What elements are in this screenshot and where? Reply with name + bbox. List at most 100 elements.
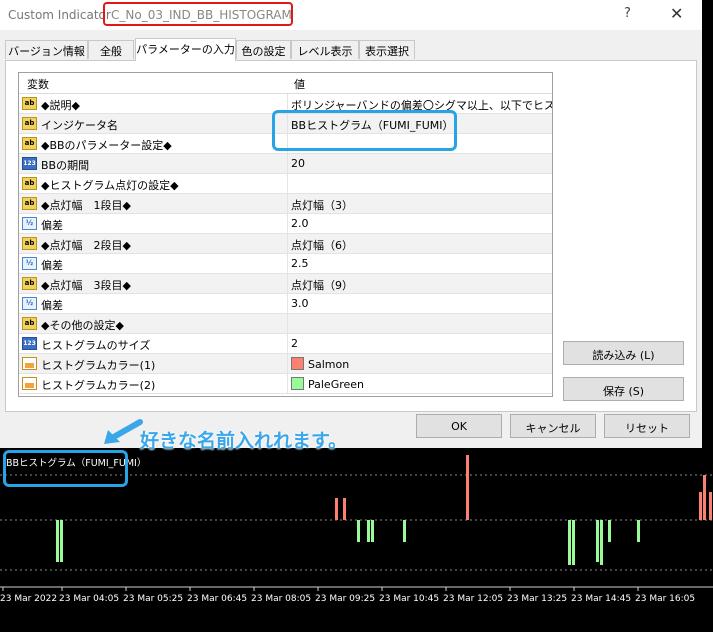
title-bar: Custom Indicator C_No_03_IND_BB_HISTOGRA… <box>0 0 702 30</box>
parameter-row[interactable]: ヒストグラムカラー(2) PaleGreen <box>19 374 552 394</box>
histogram-bar-up <box>335 498 338 520</box>
custom-indicator-dialog: Custom Indicator C_No_03_IND_BB_HISTOGRA… <box>0 0 702 448</box>
parameter-value[interactable]: 点灯幅（3） <box>287 194 552 213</box>
parameter-name: ◆その他の設定◆ <box>41 319 124 332</box>
time-label: 23 Mar 14:45 <box>571 594 631 604</box>
grid-header: 変数 値 <box>19 73 552 94</box>
parameter-value-text: 2 <box>291 337 298 350</box>
parameter-value[interactable]: Salmon <box>287 354 552 373</box>
string-type-icon: ab <box>22 237 37 250</box>
double-type-icon: ½ <box>22 297 37 310</box>
time-label: 23 Mar 09:25 <box>315 594 375 604</box>
column-value: 値 <box>294 78 305 91</box>
parameter-row[interactable]: ½ 偏差 2.5 <box>19 254 552 274</box>
parameter-row[interactable]: ヒストグラムカラー(1) Salmon <box>19 354 552 374</box>
save-button[interactable]: 保存 (S) <box>563 377 684 401</box>
parameter-row[interactable]: ab ◆点灯幅 2段目◆ 点灯幅（6） <box>19 234 552 254</box>
parameter-name: 偏差 <box>41 219 63 232</box>
reset-button[interactable]: リセット <box>604 414 690 438</box>
parameter-value[interactable] <box>287 314 552 333</box>
tab-levels[interactable]: レベル表示 <box>291 40 359 59</box>
indicator-file-name: C_No_03_IND_BB_HISTOGRAM <box>103 2 293 26</box>
window-title: Custom Indicator <box>8 8 111 22</box>
histogram-bar-up <box>709 492 712 520</box>
parameter-value[interactable] <box>287 174 552 193</box>
parameter-value-text: 点灯幅（9） <box>291 279 353 292</box>
string-type-icon: ab <box>22 117 37 130</box>
parameter-value[interactable]: PaleGreen <box>287 374 552 393</box>
color-type-icon <box>22 357 37 370</box>
tab-visualization[interactable]: 表示選択 <box>359 40 415 59</box>
parameter-name: BBの期間 <box>41 159 90 172</box>
histogram-bar-down <box>367 520 370 542</box>
time-label: 23 Mar 2022 <box>0 594 57 604</box>
histogram-bar-down <box>371 520 374 542</box>
parameter-value[interactable]: 点灯幅（9） <box>287 274 552 293</box>
parameter-row[interactable]: ½ 偏差 2.0 <box>19 214 552 234</box>
parameter-value[interactable]: 20 <box>287 154 552 173</box>
time-label: 23 Mar 16:05 <box>635 594 695 604</box>
parameter-name: ヒストグラムのサイズ <box>41 339 151 352</box>
histogram-bar-up <box>343 498 346 520</box>
tab-version[interactable]: バージョン情報 <box>5 40 88 59</box>
column-variable: 変数 <box>27 78 49 91</box>
time-label: 23 Mar 06:45 <box>187 594 247 604</box>
ok-button[interactable]: OK <box>416 414 502 438</box>
parameter-value-text: 点灯幅（3） <box>291 199 353 212</box>
parameter-row[interactable]: ab ◆点灯幅 1段目◆ 点灯幅（3） <box>19 194 552 214</box>
time-label: 23 Mar 08:05 <box>251 594 311 604</box>
help-button[interactable]: ? <box>624 6 631 21</box>
close-button[interactable]: ✕ <box>670 4 683 23</box>
parameter-row[interactable]: ab ◆ヒストグラム点灯の設定◆ <box>19 174 552 194</box>
histogram-bar-down <box>608 520 611 542</box>
histogram-bar-down <box>56 520 59 562</box>
histogram-bar-down <box>568 520 571 565</box>
parameter-row[interactable]: ½ 偏差 3.0 <box>19 294 552 314</box>
integer-type-icon: 123 <box>22 157 37 170</box>
tab-parameters[interactable]: パラメーターの入力 <box>135 38 236 61</box>
string-type-icon: ab <box>22 177 37 190</box>
histogram-bar-down <box>637 520 640 542</box>
parameter-name: インジケータ名 <box>41 119 118 132</box>
parameter-name: 偏差 <box>41 299 63 312</box>
double-type-icon: ½ <box>22 217 37 230</box>
histogram-bar-down <box>403 520 406 542</box>
parameter-name: ◆BBのパラメーター設定◆ <box>41 139 172 152</box>
parameter-value-text: 20 <box>291 157 305 170</box>
tab-general[interactable]: 全般 <box>88 40 134 59</box>
parameter-name: ◆点灯幅 3段目◆ <box>41 279 131 292</box>
callout-note: 好きな名前入れれます。 <box>140 430 348 452</box>
histogram-bar-up <box>699 492 702 520</box>
cancel-button[interactable]: キャンセル <box>510 414 596 438</box>
color-swatch <box>291 357 304 370</box>
string-type-icon: ab <box>22 277 37 290</box>
parameter-name: ◆点灯幅 2段目◆ <box>41 239 131 252</box>
histogram-bar-down <box>596 520 599 562</box>
histogram-bar-down <box>600 520 603 565</box>
parameter-row[interactable]: 123 BBの期間 20 <box>19 154 552 174</box>
time-label: 23 Mar 05:25 <box>123 594 183 604</box>
parameter-value[interactable]: 3.0 <box>287 294 552 313</box>
time-label: 23 Mar 13:25 <box>507 594 567 604</box>
parameter-row[interactable]: ab ◆点灯幅 3段目◆ 点灯幅（9） <box>19 274 552 294</box>
parameter-value[interactable]: 点灯幅（6） <box>287 234 552 253</box>
parameter-row[interactable]: 123 ヒストグラムのサイズ 2 <box>19 334 552 354</box>
parameter-name: 偏差 <box>41 259 63 272</box>
parameter-value-text: Salmon <box>308 358 350 371</box>
parameter-value[interactable]: 2.0 <box>287 214 552 233</box>
load-button[interactable]: 読み込み (L) <box>563 341 684 365</box>
parameter-value[interactable]: 2 <box>287 334 552 353</box>
string-type-icon: ab <box>22 137 37 150</box>
histogram-bar-down <box>60 520 63 562</box>
color-type-icon <box>22 377 37 390</box>
color-swatch <box>291 377 304 390</box>
parameter-value-text: 3.0 <box>291 297 309 310</box>
parameter-row[interactable]: ab ◆その他の設定◆ <box>19 314 552 334</box>
parameter-value[interactable]: 2.5 <box>287 254 552 273</box>
parameter-name: ◆ヒストグラム点灯の設定◆ <box>41 179 179 192</box>
double-type-icon: ½ <box>22 257 37 270</box>
tab-colors[interactable]: 色の設定 <box>236 40 291 59</box>
parameter-name: ヒストグラムカラー(1) <box>41 359 156 372</box>
histogram-bar-down <box>357 520 360 542</box>
parameter-name: ◆説明◆ <box>41 99 80 112</box>
